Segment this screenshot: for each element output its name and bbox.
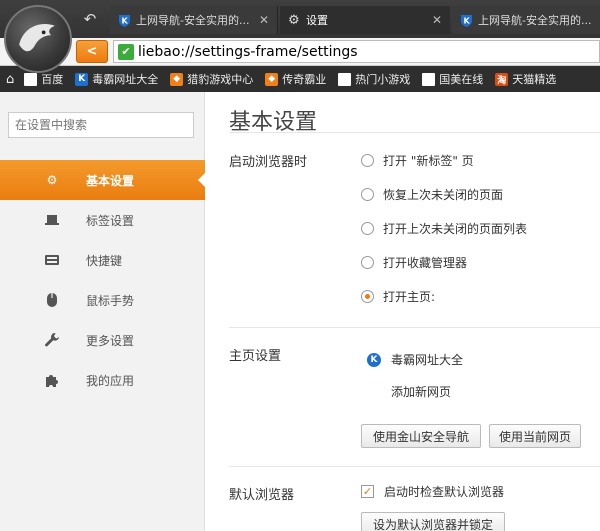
mouse-icon [44,292,60,308]
radio-button-checked[interactable] [361,290,374,303]
chevron-left-icon: < [86,44,98,59]
radio-label: 打开收藏管理器 [383,256,468,270]
set-default-browser-button[interactable]: 设为默认浏览器并锁定 [361,512,505,531]
sidebar-item-label: 鼠标手势 [86,293,135,308]
puzzle-icon [44,372,60,388]
k-shield-icon: K [367,352,381,367]
bookmark-item[interactable]: 热门小游戏 [338,71,410,87]
check-default-browser-option[interactable]: ✓ 启动时检查默认浏览器 [361,483,504,500]
radio-button[interactable] [361,188,374,201]
tab-title: 上网导航-安全实用的... [478,14,592,27]
homepage-current[interactable]: K 毒霸网址大全 [367,351,463,368]
bookmark-label: 传奇霸业 [282,73,327,86]
radio-label: 打开主页: [383,290,436,304]
close-tab-icon[interactable]: ✕ [259,13,269,27]
use-current-page-button[interactable]: 使用当前网页 [489,424,581,448]
tab-title: 上网导航-安全实用的... [136,14,250,27]
secure-check-icon: ✔ [118,43,134,60]
homepage-section-label: 主页设置 [229,349,282,364]
use-jinshan-nav-button[interactable]: 使用金山安全导航 [361,424,481,448]
bookmark-bar: ⌂ 百度 K 毒霸网址大全 ◆ 猎豹游戏中心 ◆ 传奇霸业 热门小游戏 国美在线… [0,66,600,92]
bookmark-item[interactable]: K 毒霸网址大全 [75,71,158,87]
settings-main: 基本设置 启动浏览器时 打开 "新标签" 页 恢复上次未关闭的页面 打开上次未关… [205,92,600,531]
bookmark-label: 毒霸网址大全 [92,73,159,86]
sidebar-item-my-apps[interactable]: 我的应用 [0,360,205,400]
address-bar[interactable]: ✔ liebao://settings-frame/settings [113,40,600,63]
sidebar-item-more-settings[interactable]: 更多设置 [0,320,205,360]
radio-label: 恢复上次未关闭的页面 [383,188,504,202]
address-url[interactable]: liebao://settings-frame/settings [138,44,358,60]
radio-label: 打开 "新标签" 页 [383,154,474,168]
bookmark-label: 猎豹游戏中心 [187,73,254,86]
startup-section-label: 启动浏览器时 [229,155,308,170]
default-browser-section-label: 默认浏览器 [229,488,295,503]
homepage-current-label: 毒霸网址大全 [391,353,464,367]
sidebar-item-label: 我的应用 [86,373,135,388]
startup-option-homepage[interactable]: 打开主页: [361,288,435,305]
home-icon[interactable]: ⌂ [6,72,14,87]
cheetah-logo-icon [19,23,55,52]
document-icon [422,72,436,86]
liebao-logo[interactable] [4,5,72,73]
radio-button[interactable] [361,256,374,269]
laptop-icon [44,212,60,228]
k-shield-icon: K [119,14,130,27]
cheetah-icon: ◆ [265,72,279,86]
startup-option-restore[interactable]: 恢复上次未关闭的页面 [361,186,503,203]
bookmark-label: 国美在线 [439,73,484,86]
bookmark-label: 百度 [41,73,64,86]
browser-titlebar: ↶ K 上网导航-安全实用的... ✕ ⚙ 设置 ✕ K 上网导航-安全实用的.… [0,0,600,66]
add-new-page-link[interactable]: 添加新网页 [391,383,451,400]
wrench-icon [44,332,60,348]
startup-option-bookmark-manager[interactable]: 打开收藏管理器 [361,254,467,271]
section-divider [229,327,600,328]
cheetah-icon: ◆ [170,72,184,86]
checkbox-checked[interactable]: ✓ [361,485,374,498]
startup-option-restore-list[interactable]: 打开上次未关闭的页面列表 [361,220,527,237]
close-tab-icon[interactable]: ✕ [432,13,442,27]
startup-option-new-tab[interactable]: 打开 "新标签" 页 [361,152,474,169]
settings-search-input[interactable] [8,112,194,138]
sidebar-item-tabs[interactable]: 标签设置 [0,200,205,240]
sidebar-item-shortcuts[interactable]: 快捷键 [0,240,205,280]
settings-nav: ⚙ 基本设置 标签设置 快捷键 鼠标手势 更多设置 我的应用 [0,160,206,400]
k-shield-icon: K [75,72,89,86]
svg-text:K: K [122,16,129,25]
undo-close-tab-icon[interactable]: ↶ [80,8,100,30]
sidebar-item-basic[interactable]: ⚙ 基本设置 [0,160,206,200]
title-divider [229,132,600,133]
gear-icon: ⚙ [288,12,300,28]
document-icon [24,72,38,86]
document-icon [338,72,352,86]
radio-label: 打开上次未关闭的页面列表 [383,222,528,236]
tmall-icon: 淘 [495,72,509,86]
sidebar-item-label: 快捷键 [86,253,123,268]
gear-icon: ⚙ [46,173,58,187]
sidebar-item-label: 基本设置 [86,173,135,188]
bookmark-item[interactable]: ◆ 猎豹游戏中心 [170,71,253,87]
bookmark-item[interactable]: 淘 天猫精选 [495,71,556,87]
section-divider [229,466,600,467]
k-shield-icon: K [461,14,472,27]
tab-settings[interactable]: ⚙ 设置 ✕ [280,6,450,34]
bookmark-label: 热门小游戏 [355,73,411,86]
settings-sidebar: ⚙ 基本设置 标签设置 快捷键 鼠标手势 更多设置 [0,92,206,531]
back-button[interactable]: < [76,40,108,63]
radio-button[interactable] [361,222,374,235]
svg-text:K: K [464,16,471,25]
checkbox-label: 启动时检查默认浏览器 [384,485,505,499]
bookmark-item[interactable]: 百度 [24,71,63,87]
keyboard-icon [44,252,60,268]
tab-navigation-1[interactable]: K 上网导航-安全实用的... ✕ [110,6,278,34]
navigation-bar: < ✔ liebao://settings-frame/settings [0,38,600,66]
bookmark-item[interactable]: 国美在线 [422,71,483,87]
sidebar-item-label: 更多设置 [86,333,135,348]
radio-button[interactable] [361,154,374,167]
bookmark-item[interactable]: ◆ 传奇霸业 [265,71,326,87]
tab-navigation-2[interactable]: K 上网导航-安全实用的... [452,6,600,34]
sidebar-item-label: 标签设置 [86,213,135,228]
bookmark-label: 天猫精选 [512,73,557,86]
tab-title: 设置 [306,14,328,27]
sidebar-item-mouse-gestures[interactable]: 鼠标手势 [0,280,205,320]
